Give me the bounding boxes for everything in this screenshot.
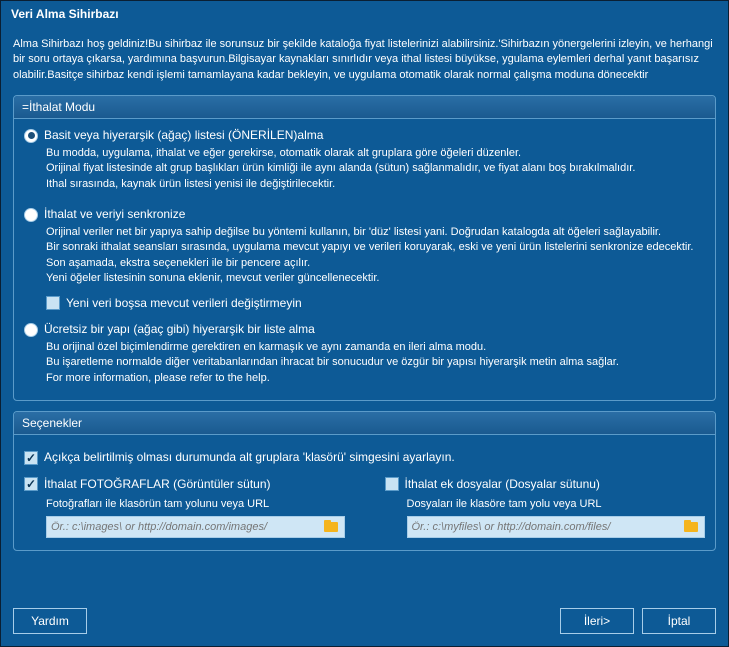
spacer bbox=[95, 608, 552, 634]
opt3-desc1: Bu orijinal özel biçimlendirme gerektire… bbox=[46, 340, 705, 355]
file-path-input[interactable] bbox=[408, 517, 684, 537]
options-body: Açıkça belirtilmiş olması durumunda alt … bbox=[14, 435, 715, 550]
opt1-desc: Bu modda, uygulama, ithalat ve eğer gere… bbox=[46, 146, 705, 192]
radio-sync-label: İthalat ve veriyi senkronize bbox=[44, 206, 185, 223]
cancel-button[interactable]: İptal bbox=[642, 608, 716, 634]
check-explicit-folder-box[interactable] bbox=[24, 451, 38, 465]
window-title: Veri Alma Sihirbazı bbox=[1, 1, 728, 27]
check-explicit-folder[interactable]: Açıkça belirtilmiş olması durumunda alt … bbox=[24, 449, 705, 466]
radio-free-tree-label: Ücretsiz bir yapı (ağaç gibi) hiyerarşik… bbox=[44, 321, 315, 338]
file-path-input-wrap[interactable] bbox=[407, 516, 706, 538]
help-button[interactable]: Yardım bbox=[13, 608, 87, 634]
check-import-files[interactable]: İthalat ek dosyalar (Dosyalar sütunu) bbox=[385, 476, 706, 493]
check-import-photos-label: İthalat FOTOĞRAFLAR (Görüntüler sütun) bbox=[44, 476, 271, 493]
check-dont-replace-box[interactable] bbox=[46, 296, 60, 310]
options-header: Seçenekler bbox=[14, 412, 715, 435]
opt2-desc1: Orijinal veriler net bir yapıya sahip de… bbox=[46, 225, 705, 240]
folder-icon[interactable] bbox=[683, 520, 701, 534]
photos-column: İthalat FOTOĞRAFLAR (Görüntüler sütun) F… bbox=[24, 470, 345, 538]
photo-path-label: Fotoğrafları ile klasörün tam yolunu vey… bbox=[46, 497, 345, 512]
button-row: Yardım İleri> İptal bbox=[1, 600, 728, 646]
radio-free-tree[interactable]: Ücretsiz bir yapı (ağaç gibi) hiyerarşik… bbox=[24, 321, 705, 338]
radio-simple-tree-input[interactable] bbox=[24, 129, 38, 143]
opt3-desc3: For more information, please refer to th… bbox=[46, 371, 705, 386]
opt1-desc2: Orijinal fiyat listesinde alt grup başlı… bbox=[46, 161, 705, 176]
photo-path-input-wrap[interactable] bbox=[46, 516, 345, 538]
opt1-desc1: Bu modda, uygulama, ithalat ve eğer gere… bbox=[46, 146, 705, 161]
import-mode-panel: =İthalat Modu Basit veya hiyerarşik (ağa… bbox=[13, 95, 716, 401]
intro-text: Alma Sihirbazı hoş geldiniz!Bu sihirbaz … bbox=[13, 37, 716, 83]
next-button[interactable]: İleri> bbox=[560, 608, 634, 634]
photo-path-input[interactable] bbox=[47, 517, 323, 537]
content-area: Alma Sihirbazı hoş geldiniz!Bu sihirbaz … bbox=[1, 27, 728, 600]
radio-sync-input[interactable] bbox=[24, 208, 38, 222]
opt1-desc3: Ithal sırasında, kaynak ürün listesi yen… bbox=[46, 177, 705, 192]
opt3-desc: Bu orijinal özel biçimlendirme gerektire… bbox=[46, 340, 705, 386]
import-mode-header: =İthalat Modu bbox=[14, 96, 715, 119]
check-import-photos[interactable]: İthalat FOTOĞRAFLAR (Görüntüler sütun) bbox=[24, 476, 345, 493]
file-path-label: Dosyaları ile klasöre tam yolu veya URL bbox=[407, 497, 706, 512]
import-mode-body: Basit veya hiyerarşik (ağaç) listesi (ÖN… bbox=[14, 119, 715, 400]
files-column: İthalat ek dosyalar (Dosyalar sütunu) Do… bbox=[385, 470, 706, 538]
folder-icon[interactable] bbox=[323, 520, 341, 534]
check-import-files-box[interactable] bbox=[385, 477, 399, 491]
check-dont-replace[interactable]: Yeni veri boşsa mevcut verileri değiştir… bbox=[46, 295, 705, 312]
check-import-files-label: İthalat ek dosyalar (Dosyalar sütunu) bbox=[405, 476, 600, 493]
check-explicit-folder-label: Açıkça belirtilmiş olması durumunda alt … bbox=[44, 449, 455, 466]
radio-sync[interactable]: İthalat ve veriyi senkronize bbox=[24, 206, 705, 223]
radio-simple-tree[interactable]: Basit veya hiyerarşik (ağaç) listesi (ÖN… bbox=[24, 127, 705, 144]
opt3-desc2: Bu işaretleme normalde diğer veritabanla… bbox=[46, 355, 705, 370]
opt2-desc4: Yeni öğeler listesinin sonuna eklenir, m… bbox=[46, 271, 705, 286]
radio-simple-tree-label: Basit veya hiyerarşik (ağaç) listesi (ÖN… bbox=[44, 127, 323, 144]
opt2-desc3: Son aşamada, ekstra seçenekleri ile bir … bbox=[46, 256, 705, 271]
options-panel: Seçenekler Açıkça belirtilmiş olması dur… bbox=[13, 411, 716, 551]
check-import-photos-box[interactable] bbox=[24, 477, 38, 491]
wizard-window: Veri Alma Sihirbazı Alma Sihirbazı hoş g… bbox=[0, 0, 729, 647]
opt2-desc2: Bir sonraki ithalat seansları sırasında,… bbox=[46, 240, 705, 255]
radio-free-tree-input[interactable] bbox=[24, 323, 38, 337]
check-dont-replace-label: Yeni veri boşsa mevcut verileri değiştir… bbox=[66, 295, 302, 312]
opt2-desc: Orijinal veriler net bir yapıya sahip de… bbox=[46, 225, 705, 287]
